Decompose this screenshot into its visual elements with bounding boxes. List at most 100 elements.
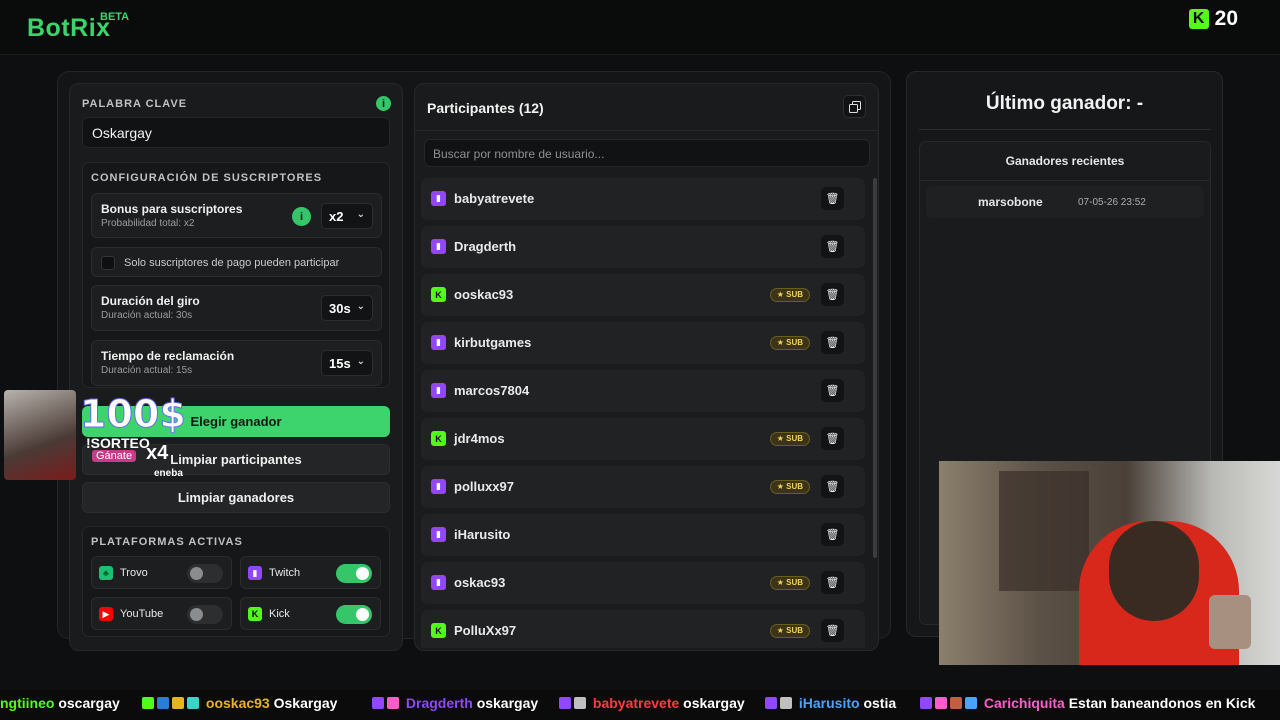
- trash-icon: 🗑: [825, 241, 840, 253]
- twitch-icon: ▮: [431, 479, 446, 494]
- trovo-icon: ♣: [99, 566, 113, 580]
- streamer-head: [1109, 521, 1199, 621]
- delete-button[interactable]: 🗑: [821, 523, 844, 546]
- subscriber-config-title: CONFIGURACIÓN DE SUSCRIPTORES: [91, 172, 323, 184]
- participant-row: K PolluXx97 ★ SUB 🗑: [421, 610, 865, 648]
- platform-name: Kick: [269, 608, 290, 620]
- twitch-icon: [372, 697, 384, 709]
- delete-button[interactable]: 🗑: [821, 427, 844, 450]
- app-logo[interactable]: BotRix: [27, 14, 111, 43]
- twitch-icon: ▮: [431, 527, 446, 542]
- promo-line2: Gánate: [92, 450, 137, 462]
- sub-badge: ★ SUB: [769, 624, 810, 638]
- platform-trovo: ♣ Trovo: [91, 556, 232, 589]
- chat-username: iHarusito: [798, 695, 860, 711]
- info-icon[interactable]: i: [376, 96, 391, 111]
- divider: [920, 180, 1210, 181]
- copy-button[interactable]: [843, 95, 866, 118]
- kick-icon: K: [248, 607, 262, 621]
- twitch-icon: ▮: [431, 335, 446, 350]
- paid-only-row[interactable]: Solo suscriptores de pago pueden partici…: [91, 247, 382, 277]
- sub-badge: ★ SUB: [769, 432, 810, 446]
- spin-duration-subtitle: Duración actual: 30s: [101, 310, 193, 321]
- paid-only-label: Solo suscriptores de pago pueden partici…: [124, 257, 340, 269]
- kick-toggle[interactable]: [336, 605, 372, 624]
- delete-button[interactable]: 🗑: [821, 475, 844, 498]
- chat-text: oskargay: [476, 695, 539, 711]
- delete-button[interactable]: 🗑: [821, 283, 844, 306]
- trash-icon: 🗑: [825, 625, 840, 637]
- chevron-down-icon: ⌄: [356, 356, 365, 367]
- promo-character-image: [4, 390, 76, 480]
- participant-row: ▮ kirbutgames ★ SUB 🗑: [421, 322, 865, 364]
- participant-name: oskac93: [454, 575, 506, 590]
- delete-button[interactable]: 🗑: [821, 619, 844, 642]
- participant-row: ▮ polluxx97 ★ SUB 🗑: [421, 466, 865, 508]
- small-avatar: [1209, 595, 1251, 649]
- participant-name: babyatrevete: [454, 191, 535, 206]
- paid-only-checkbox[interactable]: [101, 256, 115, 270]
- twitch-icon: [920, 697, 932, 709]
- trovo-toggle[interactable]: [187, 564, 223, 583]
- claim-time-select[interactable]: 15s ⌄: [321, 350, 373, 376]
- platform-youtube: ▶ YouTube: [91, 597, 232, 630]
- participants-panel: Participantes (12) Buscar por nombre de …: [414, 83, 879, 651]
- chat-text: oskargay: [683, 695, 745, 711]
- claim-time-value: 15s: [329, 356, 351, 371]
- participant-row: ▮ babyatrevete 🗑: [421, 178, 865, 220]
- sub-badge: ★ SUB: [769, 576, 810, 590]
- settings-panel: PALABRA CLAVE i Oskargay CONFIGURACIÓN D…: [69, 83, 403, 651]
- badge-icon: [780, 697, 792, 709]
- webcam-overlay: [939, 461, 1280, 665]
- sub-badge: ★ SUB: [769, 288, 810, 302]
- beta-badge: BETA: [100, 11, 130, 23]
- chevron-down-icon: ⌄: [356, 209, 365, 220]
- participant-name: kirbutgames: [454, 335, 532, 350]
- participant-row: K ooskac93 ★ SUB 🗑: [421, 274, 865, 316]
- participant-row: ▮ marcos7804 🗑: [421, 370, 865, 412]
- trash-icon: 🗑: [825, 433, 840, 445]
- chat-message: Dragderth oskargay: [372, 695, 538, 711]
- kick-icon: K: [1188, 9, 1209, 29]
- divider: [415, 130, 878, 131]
- heart-icon: [387, 697, 399, 709]
- kick-icon: [142, 697, 154, 709]
- participants-title: Participantes (12): [427, 100, 544, 116]
- promo-line1: !SORTEO: [86, 435, 150, 451]
- chat-text: Oskargay: [273, 695, 338, 711]
- kick-credits[interactable]: K 20: [1188, 7, 1238, 31]
- delete-button[interactable]: 🗑: [821, 379, 844, 402]
- sub-badge: ★ SUB: [769, 480, 810, 494]
- webcam-shelf: [999, 471, 1089, 591]
- platform-twitch: ▮ Twitch: [240, 556, 381, 589]
- participant-search-input[interactable]: Buscar por nombre de usuario...: [424, 139, 870, 167]
- twitch-icon: ▮: [431, 239, 446, 254]
- delete-button[interactable]: 🗑: [821, 571, 844, 594]
- claim-time-title: Tiempo de reclamación: [101, 349, 235, 363]
- youtube-toggle[interactable]: [187, 605, 223, 624]
- claim-time-subtitle: Duración actual: 15s: [101, 365, 193, 376]
- promo-brand: eneba: [154, 468, 183, 479]
- delete-button[interactable]: 🗑: [821, 187, 844, 210]
- chevron-down-icon: ⌄: [356, 301, 365, 312]
- twitch-icon: [765, 697, 777, 709]
- copy-icon: [848, 100, 861, 113]
- participant-list-scrollbar[interactable]: [873, 178, 877, 558]
- delete-button[interactable]: 🗑: [821, 331, 844, 354]
- kick-icon: K: [431, 287, 446, 302]
- promo-multiplier: x4: [146, 442, 169, 464]
- trash-icon: 🗑: [825, 481, 840, 493]
- clear-winners-button[interactable]: Limpiar ganadores: [82, 482, 390, 513]
- bonus-info-icon[interactable]: i: [292, 207, 311, 226]
- delete-button[interactable]: 🗑: [821, 235, 844, 258]
- bonus-select-value: x2: [329, 209, 344, 224]
- bonus-select[interactable]: x2 ⌄: [321, 203, 373, 229]
- spin-duration-select[interactable]: 30s ⌄: [321, 295, 373, 321]
- keyword-input[interactable]: Oskargay: [82, 117, 390, 148]
- badge-icon: [950, 697, 962, 709]
- badge-icon: [965, 697, 977, 709]
- recent-winner-row: marsobone 07-05-26 23:52: [926, 186, 1204, 218]
- chat-username: Carichiquita: [983, 695, 1065, 711]
- twitch-icon: [559, 697, 571, 709]
- twitch-toggle[interactable]: [336, 564, 372, 583]
